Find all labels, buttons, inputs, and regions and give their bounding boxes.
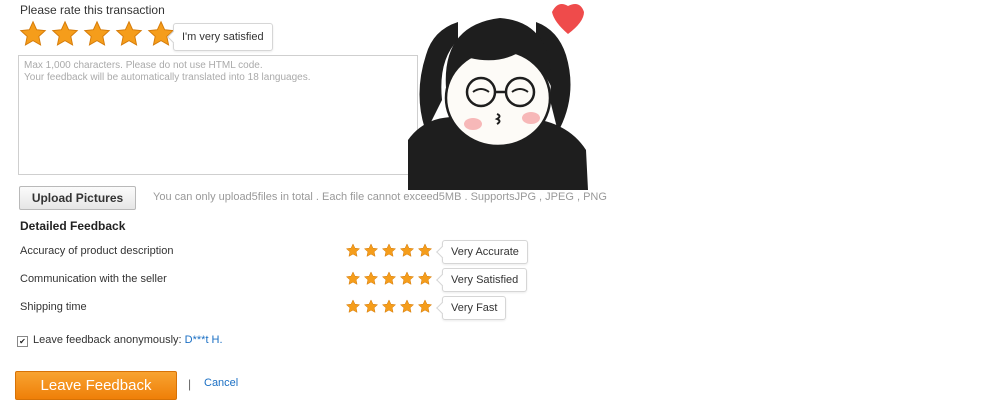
star-icon[interactable] (417, 271, 433, 286)
feedback-label-communication: Communication with the seller (20, 273, 167, 285)
rating-prompt: Please rate this transaction (20, 3, 165, 17)
rating-tooltip: I'm very satisfied (173, 23, 273, 51)
star-icon[interactable] (50, 20, 80, 48)
star-icon[interactable] (417, 243, 433, 258)
star-icon[interactable] (363, 271, 379, 286)
overall-star-rating[interactable] (18, 20, 176, 48)
anonymous-label: Leave feedback anonymously: D***t H. (33, 334, 223, 346)
star-icon[interactable] (381, 271, 397, 286)
communication-star-rating[interactable] (345, 271, 433, 286)
checkmark-icon: ✔ (19, 337, 26, 346)
star-icon[interactable] (399, 271, 415, 286)
star-icon[interactable] (381, 243, 397, 258)
star-icon[interactable] (345, 243, 361, 258)
anonymous-label-text: Leave feedback anonymously: (33, 334, 185, 346)
upload-pictures-button[interactable]: Upload Pictures (19, 186, 136, 210)
accuracy-tooltip: Very Accurate (442, 240, 528, 264)
textarea-placeholder-line2: Your feedback will be automatically tran… (24, 72, 311, 83)
anonymous-username: D***t H. (184, 334, 223, 346)
accuracy-star-rating[interactable] (345, 243, 433, 258)
star-icon[interactable] (345, 299, 361, 314)
upload-note: You can only upload5files in total . Eac… (153, 191, 607, 203)
star-icon[interactable] (399, 299, 415, 314)
star-icon[interactable] (82, 20, 112, 48)
star-icon[interactable] (417, 299, 433, 314)
feedback-label-accuracy: Accuracy of product description (20, 245, 174, 257)
detailed-feedback-title: Detailed Feedback (20, 219, 126, 233)
cancel-link[interactable]: Cancel (204, 377, 238, 389)
action-separator: | (188, 377, 192, 391)
shipping-star-rating[interactable] (345, 299, 433, 314)
feedback-textarea[interactable]: Max 1,000 characters. Please do not use … (18, 55, 418, 175)
star-icon[interactable] (345, 271, 361, 286)
leave-feedback-button[interactable]: Leave Feedback (15, 371, 177, 400)
star-icon[interactable] (381, 299, 397, 314)
feedback-label-shipping: Shipping time (20, 301, 87, 313)
textarea-placeholder-line1: Max 1,000 characters. Please do not use … (24, 60, 263, 71)
sticker-image (408, 4, 588, 190)
star-icon[interactable] (18, 20, 48, 48)
shipping-tooltip: Very Fast (442, 296, 507, 320)
anonymous-checkbox[interactable]: ✔ (17, 336, 28, 347)
star-icon[interactable] (363, 243, 379, 258)
star-icon[interactable] (363, 299, 379, 314)
star-icon[interactable] (114, 20, 144, 48)
communication-tooltip: Very Satisfied (442, 268, 528, 292)
star-icon[interactable] (399, 243, 415, 258)
